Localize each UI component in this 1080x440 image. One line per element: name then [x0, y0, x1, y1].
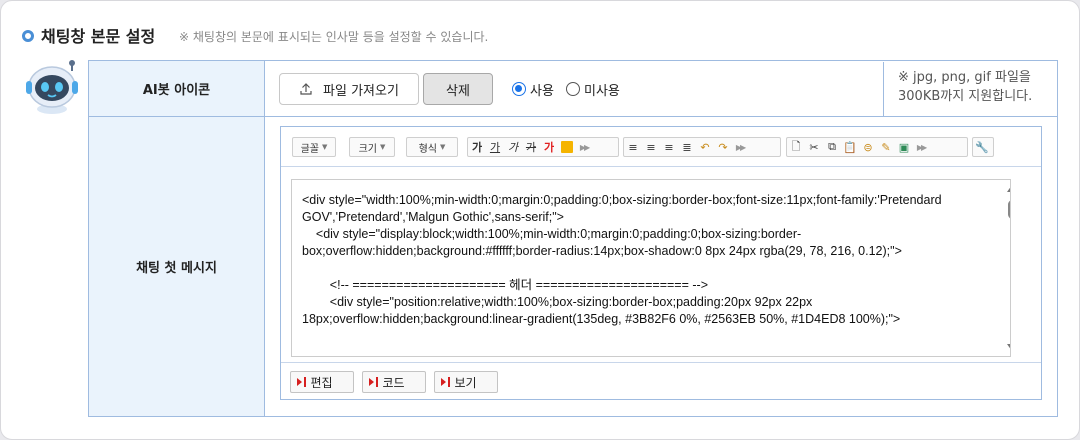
scroll-down-icon[interactable] [1007, 344, 1010, 351]
chat-body-settings-panel: 채팅창 본문 설정 ※ 채팅창의 본문에 표시되는 인사말 등을 설정할 수 있… [0, 0, 1080, 440]
editor-toolbar: 글꼴 ▼ 크기 ▼ 형식 ▼ 가 가 가 가 가 ▶▶ ≡ ≡ ≡ ≣ ↶ ↷ … [281, 127, 1041, 167]
radio-use[interactable] [512, 82, 526, 96]
edit-mode-label: 편집 [310, 375, 333, 390]
code-line [302, 260, 992, 277]
format-dropdown-label: 형식 [418, 143, 437, 155]
code-textarea[interactable]: <div style="width:100%;min-width:0;margi… [291, 179, 1011, 357]
font-dropdown-label: 글꼴 [300, 143, 319, 155]
link-icon[interactable]: ⊜ [859, 138, 877, 156]
file-upload-label: 파일 가져오기 [323, 83, 399, 99]
chevron-down-icon: ▼ [380, 143, 386, 151]
align-group: ≡ ≡ ≡ ≣ ↶ ↷ ▶▶ [623, 137, 781, 157]
radio-use-label: 사용 [530, 84, 554, 99]
image-icon[interactable]: ▣ [895, 138, 913, 156]
more-icon[interactable]: ▶▶ [913, 138, 929, 156]
more-icon[interactable]: ▶▶ [576, 138, 592, 156]
font-color-button[interactable]: 가 [540, 138, 558, 156]
strikethrough-button[interactable]: 가 [522, 138, 540, 156]
insert-group: 🗋 ✂ ⧉ 📋 ⊜ ✎ ▣ ▶▶ [786, 137, 968, 157]
section-subtitle: ※ 채팅창의 본문에 표시되는 인사말 등을 설정할 수 있습니다. [179, 30, 489, 44]
first-message-header: 채팅 첫 메시지 [89, 117, 265, 416]
text-style-group: 가 가 가 가 가 ▶▶ [467, 137, 619, 157]
file-format-note: ※ jpg, png, gif 파일을 300KB까지 지원합니다. [883, 62, 1057, 116]
editor-mode-bar: 편집 코드 보기 [281, 362, 1041, 400]
size-dropdown-label: 크기 [358, 143, 377, 155]
file-upload-button[interactable]: 파일 가져오기 [279, 73, 419, 105]
redo-icon[interactable]: ↷ [714, 138, 732, 156]
code-line: <div style="width:100%;min-width:0;margi… [302, 193, 946, 224]
align-center-icon[interactable]: ≡ [642, 138, 660, 156]
code-line: <div style="position:relative;width:100%… [302, 295, 901, 326]
preview-mode-label: 보기 [454, 375, 477, 390]
tools-group: 🔧 [972, 137, 994, 157]
font-dropdown[interactable]: 글꼴 ▼ [292, 137, 336, 157]
code-mode-button[interactable]: 코드 [362, 371, 426, 393]
code-line: <div style="display:block;width:100%;min… [302, 227, 902, 258]
section-title: 채팅창 본문 설정 [41, 27, 156, 46]
delete-button[interactable]: 삭제 [423, 73, 493, 105]
radio-unused-label: 미사용 [584, 84, 620, 99]
chevron-down-icon: ▼ [440, 143, 446, 151]
align-right-icon[interactable]: ≡ [660, 138, 678, 156]
highlight-icon [561, 141, 573, 153]
radio-unused[interactable] [566, 82, 580, 96]
robot-mascot-icon [26, 60, 78, 114]
bold-button[interactable]: 가 [468, 138, 486, 156]
preview-mode-button[interactable]: 보기 [434, 371, 498, 393]
undo-icon[interactable]: ↶ [696, 138, 714, 156]
edit-icon[interactable]: ✎ [877, 138, 895, 156]
html-editor: 글꼴 ▼ 크기 ▼ 형식 ▼ 가 가 가 가 가 ▶▶ ≡ ≡ ≡ ≣ ↶ ↷ … [280, 126, 1042, 400]
italic-button[interactable]: 가 [504, 138, 522, 156]
code-scrollbar[interactable] [1003, 180, 1010, 356]
more-icon[interactable]: ▶▶ [732, 138, 748, 156]
mode-arrow-icon [297, 377, 306, 387]
format-dropdown[interactable]: 형식 ▼ [406, 137, 458, 157]
chevron-down-icon: ▼ [322, 143, 328, 151]
align-justify-icon[interactable]: ≣ [678, 138, 696, 156]
new-document-icon[interactable]: 🗋 [787, 138, 805, 156]
code-line: <!-- ===================== 헤더 ==========… [302, 278, 709, 292]
scroll-up-icon[interactable] [1007, 185, 1010, 192]
size-dropdown[interactable]: 크기 ▼ [349, 137, 395, 157]
mode-arrow-icon [441, 377, 450, 387]
align-left-icon[interactable]: ≡ [624, 138, 642, 156]
upload-icon [300, 83, 312, 95]
copy-icon[interactable]: ⧉ [823, 138, 841, 156]
title-bullet-icon [22, 30, 34, 42]
cut-icon[interactable]: ✂ [805, 138, 823, 156]
settings-table: AI봇 아이콘 파일 가져오기 삭제 사용 미사용 ※ jpg, png, gi… [88, 60, 1058, 417]
wrench-icon[interactable]: 🔧 [973, 138, 991, 156]
mode-arrow-icon [369, 377, 378, 387]
scroll-thumb[interactable] [1008, 200, 1010, 219]
paste-icon[interactable]: 📋 [841, 138, 859, 156]
code-content[interactable]: <div style="width:100%;min-width:0;margi… [302, 192, 992, 328]
highlight-button[interactable] [558, 138, 576, 156]
ai-icon-header: AI봇 아이콘 [89, 61, 265, 116]
underline-button[interactable]: 가 [486, 138, 504, 156]
code-mode-label: 코드 [382, 375, 405, 390]
edit-mode-button[interactable]: 편집 [290, 371, 354, 393]
